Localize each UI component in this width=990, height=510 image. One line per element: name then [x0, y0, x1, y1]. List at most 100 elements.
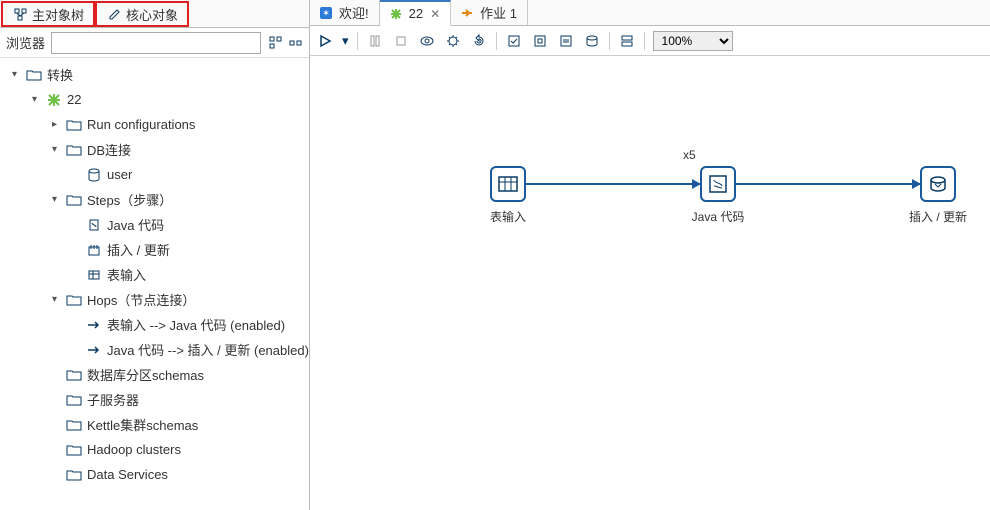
tree-step-table[interactable]: 表输入 [0, 262, 309, 287]
impact-button[interactable] [531, 32, 549, 50]
tree-step-insert[interactable]: 插入 / 更新 [0, 237, 309, 262]
hop-copies-label: x5 [683, 148, 696, 162]
tree-dbuser-label: user [107, 167, 132, 182]
chevron-down-icon[interactable]: ▾ [48, 193, 61, 206]
hop-1[interactable] [526, 183, 700, 185]
tree-hops[interactable]: ▾ Hops（节点连接） [0, 287, 309, 312]
folder-icon [66, 442, 82, 458]
tab-job-label: 作业 1 [480, 3, 517, 22]
left-panel: 主对象树 核心对象 浏览器 ▾ 转换 ▾ 22 [0, 0, 310, 510]
sql-button[interactable] [557, 32, 575, 50]
chevron-down-icon[interactable]: ▾ [48, 293, 61, 306]
show-results-button[interactable] [618, 32, 636, 50]
pause-button[interactable] [366, 32, 384, 50]
folder-icon [66, 117, 82, 133]
arrow-icon [692, 179, 701, 189]
check-button[interactable] [505, 32, 523, 50]
run-button[interactable] [316, 32, 334, 50]
pencil-icon [106, 6, 122, 22]
tree-slave-label: 子服务器 [87, 390, 139, 409]
job-icon [459, 5, 475, 21]
explore-db-button[interactable] [583, 32, 601, 50]
java-icon [86, 217, 102, 233]
tree-slave[interactable]: 子服务器 [0, 387, 309, 412]
tree-view: ▾ 转换 ▾ 22 ▸ Run configurations ▾ DB连接 us… [0, 58, 309, 510]
replay-button[interactable] [470, 32, 488, 50]
tree-hop2-label: Java 代码 --> 插入 / 更新 (enabled) [107, 340, 309, 359]
tree-step-java[interactable]: Java 代码 [0, 212, 309, 237]
tree-hop1-label: 表输入 --> Java 代码 (enabled) [107, 315, 285, 334]
step-insert-update[interactable]: 插入 / 更新 [920, 166, 956, 202]
folder-icon [26, 67, 42, 83]
step-java-code[interactable]: Java 代码 [700, 166, 736, 202]
editor-tabs: ✶ 欢迎! 22 ✕ 作业 1 [310, 0, 990, 26]
hop-2[interactable] [736, 183, 920, 185]
step-insert-update-label: 插入 / 更新 [909, 208, 967, 225]
canvas[interactable]: 表输入 Java 代码 插入 / 更新 x5 [310, 56, 990, 510]
database-icon [86, 167, 102, 183]
transformation-icon [388, 6, 404, 22]
hop-icon [86, 342, 102, 358]
tab-main-object-tree[interactable]: 主对象树 [1, 1, 95, 27]
tree-steps[interactable]: ▾ Steps（步骤） [0, 187, 309, 212]
folder-icon [66, 192, 82, 208]
stop-button[interactable] [392, 32, 410, 50]
debug-button[interactable] [444, 32, 462, 50]
filter-label: 浏览器 [6, 33, 45, 52]
filter-row: 浏览器 [0, 28, 309, 58]
tree-runconf[interactable]: ▸ Run configurations [0, 112, 309, 137]
folder-icon [66, 367, 82, 383]
tree-dataservices-label: Data Services [87, 467, 168, 482]
chevron-down-icon[interactable]: ▾ [28, 93, 41, 106]
tree-icon [12, 6, 28, 22]
insert-update-icon [86, 242, 102, 258]
tree-runconf-label: Run configurations [87, 117, 195, 132]
tree-partition[interactable]: 数据库分区schemas [0, 362, 309, 387]
folder-icon [66, 467, 82, 483]
tab-trans[interactable]: 22 ✕ [380, 0, 452, 26]
tree-dbconn-label: DB连接 [87, 140, 131, 159]
expand-all-icon[interactable] [267, 35, 283, 51]
tree-hadoop-label: Hadoop clusters [87, 442, 181, 457]
right-panel: ✶ 欢迎! 22 ✕ 作业 1 ▾ 100% [310, 0, 990, 510]
chevron-down-icon[interactable]: ▾ [48, 143, 61, 156]
folder-icon [66, 392, 82, 408]
arrow-icon [912, 179, 921, 189]
tree-dbuser[interactable]: user [0, 162, 309, 187]
left-tabs: 主对象树 核心对象 [0, 0, 309, 28]
transformation-icon [46, 92, 62, 108]
tab-trans-label: 22 [409, 6, 423, 21]
chevron-down-icon[interactable]: ▾ [8, 68, 21, 81]
tab-core-objects[interactable]: 核心对象 [95, 1, 189, 27]
tab-core-objects-label: 核心对象 [126, 5, 178, 24]
folder-icon [66, 417, 82, 433]
tree-root-label: 转换 [47, 65, 73, 84]
collapse-all-icon[interactable] [287, 35, 303, 51]
zoom-select[interactable]: 100% [653, 31, 733, 51]
tab-main-object-tree-label: 主对象树 [32, 5, 84, 24]
step-java-code-label: Java 代码 [692, 208, 745, 225]
tree-step-java-label: Java 代码 [107, 215, 164, 234]
tree-dbconn[interactable]: ▾ DB连接 [0, 137, 309, 162]
filter-input[interactable] [51, 32, 261, 54]
tab-welcome-label: 欢迎! [339, 3, 369, 22]
tree-cluster-label: Kettle集群schemas [87, 415, 198, 434]
chevron-right-icon[interactable]: ▸ [48, 118, 61, 131]
tree-step-insert-label: 插入 / 更新 [107, 240, 170, 259]
tree-trans[interactable]: ▾ 22 [0, 87, 309, 112]
tree-partition-label: 数据库分区schemas [87, 365, 204, 384]
canvas-toolbar: ▾ 100% [310, 26, 990, 56]
tree-trans-label: 22 [67, 92, 81, 107]
welcome-icon: ✶ [318, 5, 334, 21]
tree-hop1[interactable]: 表输入 --> Java 代码 (enabled) [0, 312, 309, 337]
tree-root[interactable]: ▾ 转换 [0, 62, 309, 87]
tree-hadoop[interactable]: Hadoop clusters [0, 437, 309, 462]
tab-job[interactable]: 作业 1 [451, 0, 528, 25]
tree-dataservices[interactable]: Data Services [0, 462, 309, 487]
preview-button[interactable] [418, 32, 436, 50]
close-icon[interactable]: ✕ [430, 7, 440, 21]
step-table-input[interactable]: 表输入 [490, 166, 526, 202]
tree-cluster[interactable]: Kettle集群schemas [0, 412, 309, 437]
tab-welcome[interactable]: ✶ 欢迎! [310, 0, 380, 25]
tree-hop2[interactable]: Java 代码 --> 插入 / 更新 (enabled) [0, 337, 309, 362]
